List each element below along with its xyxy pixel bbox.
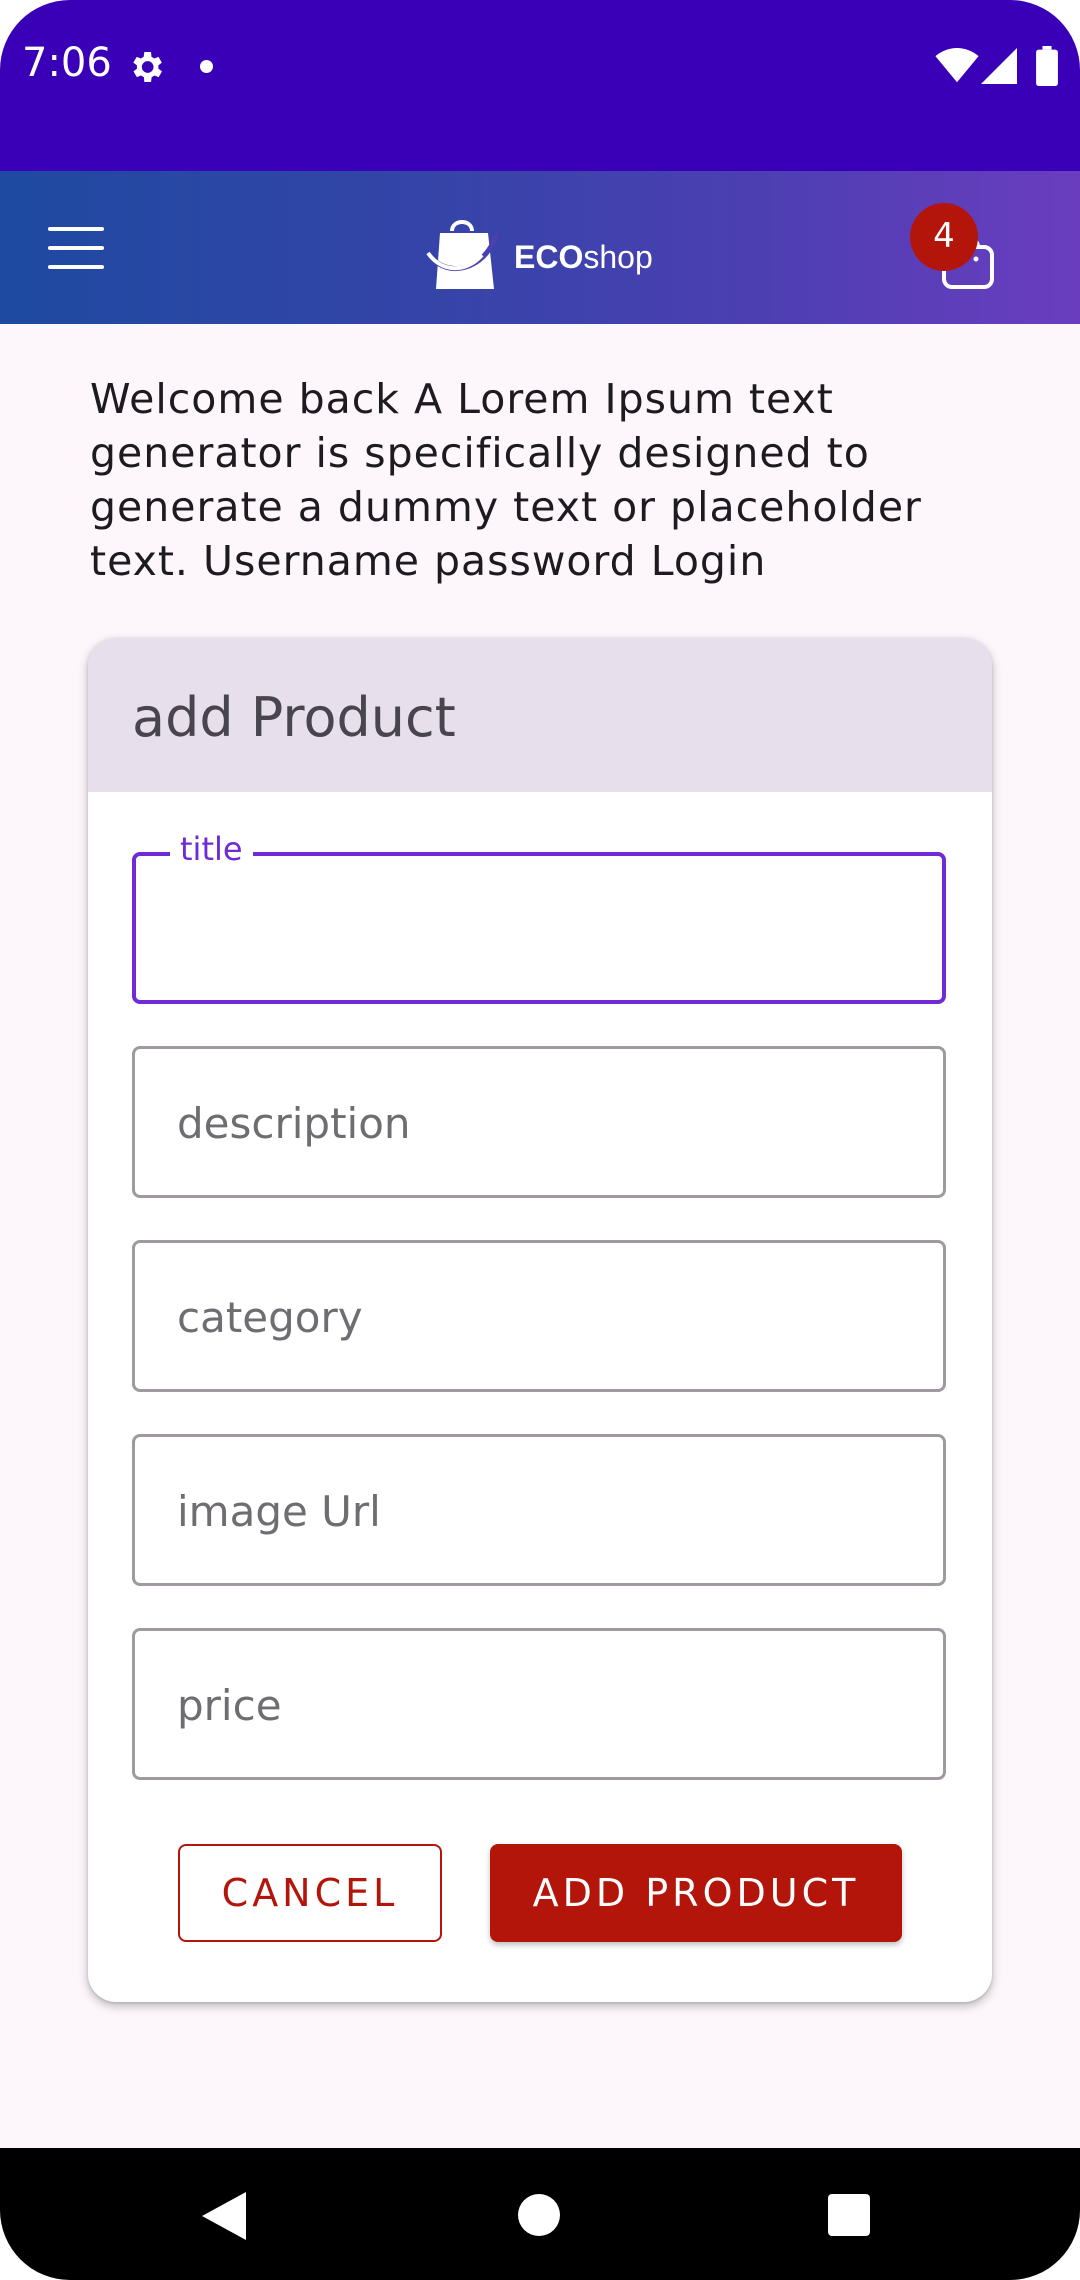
cart-button[interactable]: 4 bbox=[904, 189, 1014, 299]
description-field[interactable]: description bbox=[132, 1046, 946, 1198]
notification-dot-icon bbox=[200, 60, 213, 73]
phone-screen: 7:06 ECOshop 4 Welcome back A Lorem Ipsu… bbox=[0, 0, 1080, 2280]
add-product-card: add Product title description category i… bbox=[88, 638, 992, 2002]
cancel-button[interactable]: CANCEL bbox=[178, 1844, 442, 1942]
recent-apps-icon[interactable] bbox=[828, 2194, 870, 2236]
battery-icon bbox=[1036, 46, 1058, 86]
home-icon[interactable] bbox=[518, 2194, 560, 2236]
welcome-text: Welcome back A Lorem Ipsum text generato… bbox=[90, 375, 922, 585]
ecoshop-logo: ECOshop bbox=[426, 211, 666, 291]
wifi-icon bbox=[935, 48, 979, 83]
category-placeholder: category bbox=[177, 1293, 363, 1342]
card-title: add Product bbox=[132, 686, 456, 749]
menu-icon[interactable] bbox=[48, 227, 106, 269]
add-product-button[interactable]: ADD PRODUCT bbox=[490, 1844, 902, 1942]
gear-icon bbox=[133, 52, 162, 82]
shopping-bag-logo-icon bbox=[426, 220, 498, 289]
navigation-bar bbox=[0, 2148, 1080, 2280]
cart-count-badge: 4 bbox=[910, 203, 978, 271]
image-url-field[interactable]: image Url bbox=[132, 1434, 946, 1586]
app-bar: ECOshop 4 bbox=[0, 171, 1080, 324]
image-url-placeholder: image Url bbox=[177, 1487, 381, 1536]
price-placeholder: price bbox=[177, 1681, 282, 1730]
title-input[interactable] bbox=[176, 896, 900, 958]
status-time: 7:06 bbox=[22, 40, 112, 86]
logo-text: ECOshop bbox=[514, 239, 653, 275]
category-field[interactable]: category bbox=[132, 1240, 946, 1392]
back-icon[interactable] bbox=[202, 2192, 246, 2240]
status-bar: 7:06 bbox=[0, 0, 1080, 171]
description-placeholder: description bbox=[177, 1099, 411, 1148]
card-header: add Product bbox=[88, 638, 992, 792]
title-field[interactable]: title bbox=[132, 830, 946, 1004]
price-field[interactable]: price bbox=[132, 1628, 946, 1780]
title-field-label: title bbox=[170, 830, 253, 868]
signal-icon bbox=[981, 48, 1017, 84]
